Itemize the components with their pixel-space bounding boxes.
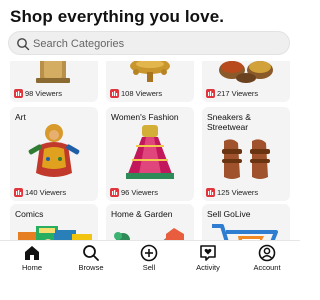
viewers-live-icon [14, 89, 23, 98]
category-card-sneakers-streetwear[interactable]: Sneakers & Streetwear 125 Viewers [202, 107, 290, 201]
viewers-live-icon [206, 188, 215, 197]
category-card-sell-golive[interactable]: Sell GoLive [202, 204, 290, 240]
search-icon [83, 245, 99, 261]
viewers-live-icon [206, 89, 215, 98]
home-icon [25, 246, 39, 260]
search-bar[interactable] [8, 31, 290, 55]
tab-label: Activity [196, 263, 220, 272]
viewer-count: 98 Viewers [14, 89, 62, 98]
plus-circle-icon [140, 244, 158, 262]
tab-label: Browse [78, 263, 104, 272]
tab-label: Home [21, 263, 42, 272]
viewer-count-text: 98 Viewers [25, 89, 62, 98]
viewer-count-text: 108 Viewers [121, 89, 163, 98]
figurine-image [36, 61, 70, 83]
user-circle-icon [258, 244, 276, 262]
tab-sell[interactable]: Sell [119, 244, 179, 276]
tab-label: Sell [142, 263, 156, 272]
art-painting-image [28, 124, 80, 177]
category-card-brassware[interactable]: 108 Viewers [106, 61, 194, 102]
category-card-art[interactable]: Art 140 Viewers [10, 107, 98, 201]
shopping-cart-icon [212, 224, 278, 240]
category-card-home-garden[interactable]: Home & Garden [106, 204, 194, 240]
sandals-image [222, 139, 270, 179]
comics-image [18, 226, 92, 240]
heart-chat-icon [200, 245, 216, 261]
tab-label: Account [253, 263, 281, 272]
tab-browse[interactable]: Browse [61, 244, 121, 276]
viewer-count: 125 Viewers [206, 188, 258, 197]
viewers-live-icon [110, 188, 119, 197]
category-label: Sneakers & Streetwear [207, 112, 251, 132]
search-icon [17, 38, 30, 51]
viewer-count-text: 217 Viewers [217, 89, 259, 98]
category-card-figurines[interactable]: 98 Viewers [10, 61, 98, 102]
category-label: Women's Fashion [111, 112, 179, 122]
home-garden-image [114, 228, 184, 240]
viewer-count-text: 125 Viewers [217, 188, 259, 197]
category-card-spices[interactable]: 217 Viewers [202, 61, 290, 102]
category-card-comics[interactable]: Comics [10, 204, 98, 240]
category-grid: 98 Viewers 108 Viewers 217 Viewers Art 1… [0, 61, 300, 240]
brass-lamp-image [130, 61, 170, 82]
page-title: Shop everything you love. [10, 7, 225, 26]
tab-activity[interactable]: Activity [178, 244, 238, 276]
category-label: Art [15, 112, 26, 122]
viewer-count: 140 Viewers [14, 188, 66, 197]
tab-account[interactable]: Account [237, 244, 297, 276]
viewers-live-icon [14, 188, 23, 197]
viewer-count: 96 Viewers [110, 188, 158, 197]
viewer-count-text: 140 Viewers [25, 188, 67, 197]
viewers-live-icon [110, 89, 119, 98]
lehenga-image [126, 125, 174, 179]
search-input[interactable] [33, 34, 283, 53]
bottom-tab-bar: Home Browse Sell Activity Account [0, 240, 300, 300]
category-card-womens-fashion[interactable]: Women's Fashion 96 Viewers [106, 107, 194, 201]
viewer-count-text: 96 Viewers [121, 188, 158, 197]
viewer-count: 108 Viewers [110, 89, 162, 98]
tab-home[interactable]: Home [2, 244, 62, 276]
viewer-count: 217 Viewers [206, 89, 258, 98]
header: Shop everything you love. [0, 0, 300, 61]
spice-bowls-image [219, 61, 273, 83]
